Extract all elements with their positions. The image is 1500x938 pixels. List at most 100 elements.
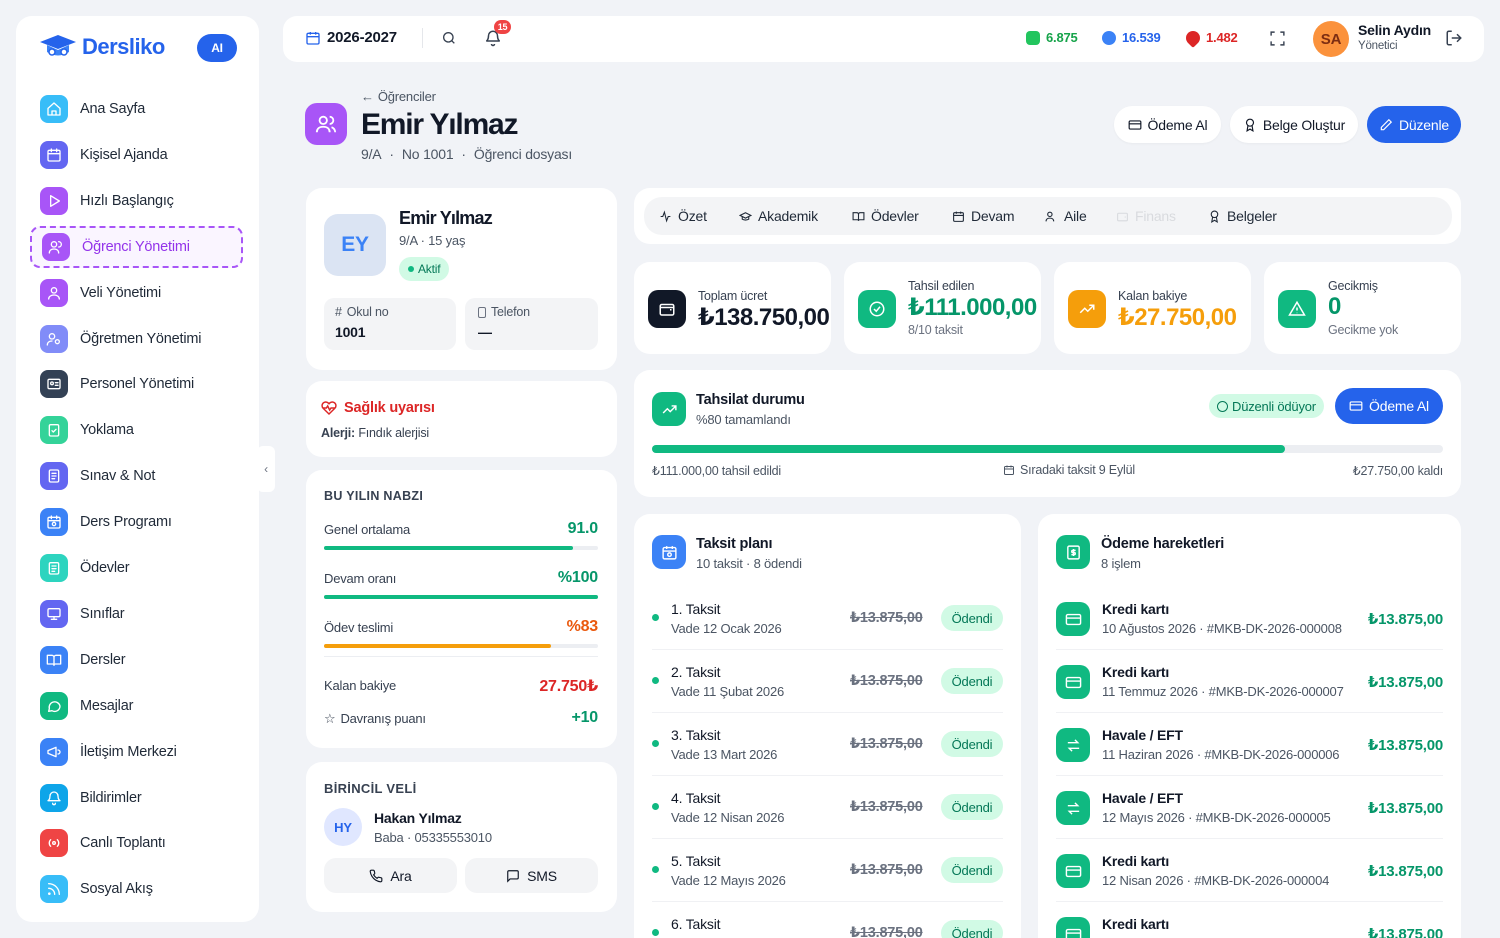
- take-payment-button[interactable]: Ödeme Al: [1114, 106, 1221, 143]
- hash-icon: #: [335, 305, 342, 319]
- row-divider: [1056, 649, 1443, 650]
- sidebar-item[interactable]: Sınav & Not: [30, 455, 243, 497]
- transfer-icon: [1056, 791, 1090, 825]
- student-meta: 9/A · 15 yaş: [399, 233, 466, 248]
- tab-6[interactable]: Belgeler: [1208, 197, 1277, 235]
- phone-icon: [478, 306, 486, 318]
- installment-status-dot: [652, 929, 659, 936]
- installment-due: Vade 12 Ocak 2026: [671, 621, 782, 636]
- collection-icon: [652, 392, 686, 426]
- button-label: Düzenle: [1399, 116, 1449, 133]
- tab-0[interactable]: Özet: [659, 197, 707, 235]
- stat-fire[interactable]: 1.482: [1183, 27, 1238, 48]
- next-installment-text: Sıradaki taksit 9 Eylül: [1020, 463, 1135, 477]
- payment-amount: ₺13.875,00: [1367, 800, 1443, 817]
- tab-label: Ödevler: [871, 208, 919, 224]
- sidebar-item[interactable]: Ödevler: [30, 547, 243, 589]
- sidebar-item[interactable]: Öğretmen Yönetimi: [30, 318, 243, 360]
- notification-count-badge: 15: [494, 20, 511, 34]
- award-icon: [1245, 118, 1254, 132]
- metric-value: 91.0: [567, 520, 599, 537]
- button-label: SMS: [527, 867, 557, 884]
- sidebar-item[interactable]: Mesajlar: [30, 685, 243, 727]
- sidebar-collapse-button[interactable]: ‹: [257, 446, 275, 492]
- button-label: Ödeme Al: [1369, 398, 1429, 414]
- sidebar-item[interactable]: Sosyal Akış: [30, 868, 243, 910]
- payment-amount: ₺13.875,00: [1367, 926, 1443, 938]
- sms-button[interactable]: SMS: [465, 858, 598, 893]
- brand-logo[interactable]: Dersliko: [38, 32, 165, 62]
- sidebar-item[interactable]: Kişisel Ajanda: [30, 134, 243, 176]
- sidebar-item[interactable]: Bildirimler: [30, 777, 243, 819]
- row-divider: [652, 838, 1003, 839]
- installment-title: 1. Taksit: [671, 601, 721, 617]
- logout-button[interactable]: [1445, 29, 1463, 47]
- user-info[interactable]: Selin Aydın Yönetici: [1358, 22, 1431, 52]
- user-avatar[interactable]: SA: [1313, 21, 1349, 57]
- check-circle-icon: [1217, 400, 1228, 412]
- academic-year-selector[interactable]: 2026-2027: [305, 29, 397, 46]
- row-divider: [1056, 901, 1443, 902]
- tab-label: Aile: [1064, 208, 1087, 224]
- sidebar-item-label: Ders Programı: [80, 514, 172, 531]
- search-button[interactable]: [441, 30, 457, 46]
- kpi-collected-card: Tahsil edilen ₺111.000,00 8/10 taksit: [844, 262, 1041, 354]
- tab-1[interactable]: Akademik: [739, 197, 818, 235]
- kpi-remaining-card: Kalan bakiye ₺27.750,00: [1054, 262, 1251, 354]
- tab-3[interactable]: Devam: [952, 197, 1015, 235]
- sidebar-item[interactable]: Dersler: [30, 639, 243, 681]
- installment-status-dot: [652, 614, 659, 621]
- trending-up-icon: [662, 404, 677, 414]
- sidebar-item[interactable]: İletişim Merkezi: [30, 731, 243, 773]
- academic-year: 2026-2027: [327, 29, 397, 46]
- sidebar-item[interactable]: Öğrenci Yönetimi: [30, 225, 243, 268]
- calendar-clock-icon: [661, 545, 677, 560]
- call-button[interactable]: Ara: [324, 858, 457, 893]
- sidebar-item[interactable]: Personel Yönetimi: [30, 363, 243, 405]
- tab-4[interactable]: Aile: [1045, 197, 1087, 235]
- next-installment-info: Sıradaki taksit 9 Eylül: [1003, 463, 1135, 477]
- users-icon: [315, 115, 337, 133]
- fullscreen-button[interactable]: [1269, 30, 1286, 47]
- create-document-button[interactable]: Belge Oluştur: [1230, 106, 1358, 143]
- row-divider: [1056, 712, 1443, 713]
- year-pulse-card: [306, 470, 617, 748]
- sidebar-item[interactable]: Ana Sayfa: [30, 88, 243, 130]
- graduation-icon: [739, 211, 752, 221]
- tab-label: Belgeler: [1227, 208, 1277, 224]
- installment-amount: ₺13.875,00: [850, 610, 923, 626]
- payment-detail: 12 Nisan 2026 · #MKB-DK-2026-000004: [1102, 873, 1330, 888]
- button-label: Ödeme Al: [1147, 116, 1208, 133]
- student-name: Emir Yılmaz: [399, 208, 493, 228]
- kpi-sub: 8/10 taksit: [908, 323, 963, 337]
- stat-students[interactable]: 6.875: [1026, 30, 1078, 45]
- breadcrumb[interactable]: ← Öğrenciler: [361, 89, 436, 104]
- tab-2[interactable]: Ödevler: [852, 197, 919, 235]
- tab-5[interactable]: Finans: [1116, 197, 1176, 235]
- award-icon: [1210, 210, 1219, 223]
- ai-badge[interactable]: AI: [197, 34, 237, 62]
- installment-title: 6. Taksit: [671, 916, 721, 932]
- sidebar-item[interactable]: Ders Programı: [30, 501, 243, 543]
- search-icon: [443, 32, 455, 44]
- broadcast-icon: [40, 829, 68, 858]
- arrow-left-icon: ←: [361, 89, 374, 104]
- sidebar-item[interactable]: Hızlı Başlangıç: [30, 180, 243, 222]
- sidebar-item-label: Bildirimler: [80, 789, 142, 806]
- installment-plan-icon: [652, 535, 686, 569]
- card-icon: [1056, 854, 1090, 888]
- sidebar-item[interactable]: Sınıflar: [30, 593, 243, 635]
- collection-payment-button[interactable]: Ödeme Al: [1335, 388, 1443, 424]
- allergy-label: Alerji:: [321, 426, 356, 440]
- kpi-value: ₺27.750,00: [1118, 304, 1237, 331]
- separator-dot: ·: [461, 146, 466, 162]
- edit-button[interactable]: Düzenle: [1367, 106, 1461, 143]
- installment-due: Vade 13 Mart 2026: [671, 747, 778, 762]
- sidebar-item[interactable]: Canlı Toplantı: [30, 822, 243, 864]
- metric-value: %100: [557, 569, 598, 586]
- kpi-label: Tahsil edilen: [908, 279, 975, 293]
- payment-movements-icon: [1056, 535, 1090, 569]
- sidebar-item[interactable]: Yoklama: [30, 409, 243, 451]
- sidebar-item[interactable]: Veli Yönetimi: [30, 272, 243, 314]
- stat-droplets[interactable]: 16.539: [1102, 30, 1161, 45]
